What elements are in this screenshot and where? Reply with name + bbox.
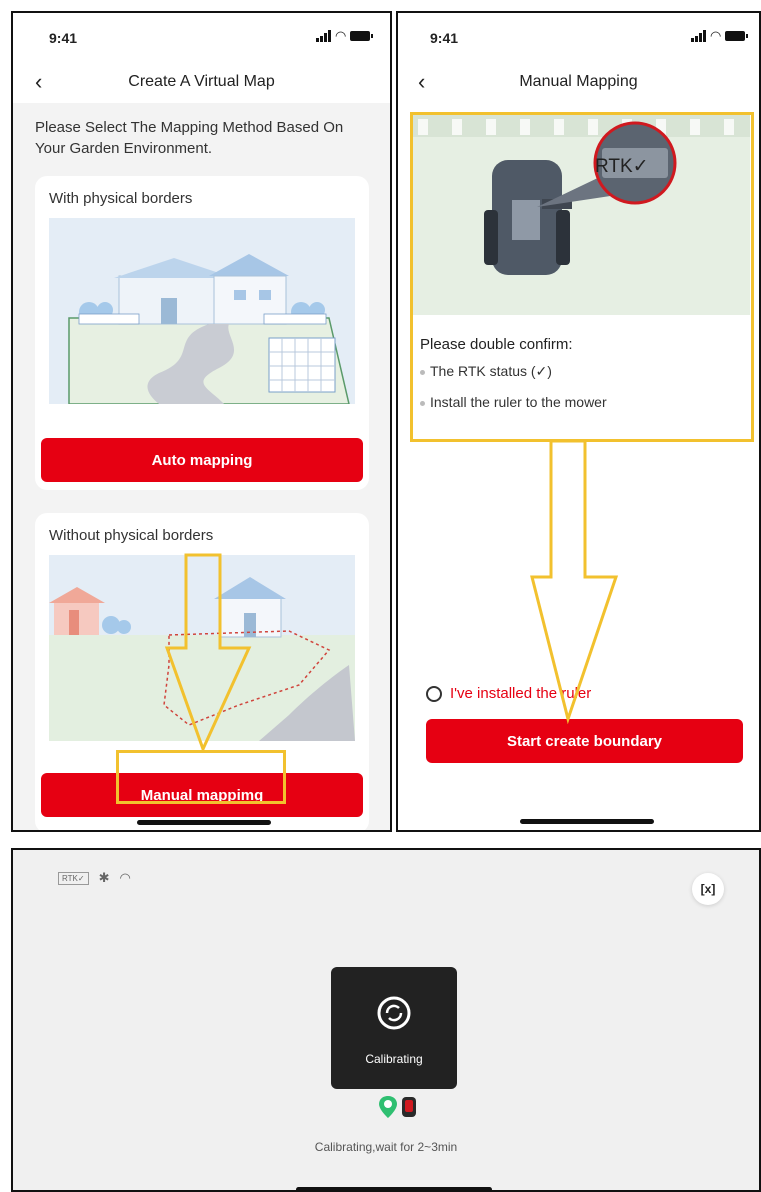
- home-indicator: [520, 819, 654, 824]
- signal-icon: [316, 30, 331, 42]
- calibrating-toast: Calibrating: [331, 967, 457, 1089]
- tutorial-down-arrow: [164, 553, 252, 753]
- home-indicator: [137, 820, 271, 825]
- battery-icon: [725, 31, 749, 41]
- calibrating-label: Calibrating: [365, 1052, 423, 1066]
- create-virtual-map-screen: 9:41 ◠ ‹ Create A Virtual Map Please Sel…: [11, 11, 392, 832]
- system-icons: ◠: [691, 28, 749, 44]
- status-bar: 9:41 ◠: [398, 13, 759, 63]
- calibrating-screen: RTK✓ ✱ ◠ [x] Calibrating Calibrating,wai…: [11, 848, 761, 1192]
- system-icons: ◠: [316, 28, 374, 44]
- signal-icon: [691, 30, 706, 42]
- radio-circle[interactable]: [426, 685, 442, 702]
- auto-mapping-card: With physical borders Auto mapping: [35, 176, 369, 490]
- status-bar: 9:41 ◠: [13, 13, 390, 63]
- bluetooth-icon: ✱: [98, 870, 110, 885]
- nav-bar: ‹ Manual Mapping: [398, 63, 759, 103]
- confirm-area-highlight: [410, 112, 754, 442]
- home-indicator: [296, 1187, 492, 1190]
- card-title-physical-borders: With physical borders: [49, 190, 193, 207]
- mower-icon: [402, 1097, 416, 1117]
- location-and-mower-marker: [379, 1096, 416, 1118]
- close-button[interactable]: [x]: [692, 873, 724, 905]
- page-title: Manual Mapping: [519, 73, 638, 90]
- garden-with-borders-illustration: [49, 218, 355, 404]
- card-title-no-borders: Without physical borders: [49, 527, 214, 544]
- device-status-row: RTK✓ ✱ ◠: [58, 870, 131, 886]
- location-pin-icon: [379, 1096, 397, 1118]
- manual-mapping-screen: 9:41 ◠ ‹ Manual Mapping RTK✓ Please doub…: [396, 11, 761, 832]
- tutorial-down-arrow: [530, 439, 619, 724]
- status-time: 9:41: [430, 30, 459, 46]
- wifi-icon: ◠: [119, 870, 131, 885]
- page-title: Create A Virtual Map: [128, 73, 275, 90]
- wifi-icon: ◠: [710, 28, 722, 43]
- calibrating-message: Calibrating,wait for 2~3min: [314, 1140, 458, 1154]
- status-time: 9:41: [49, 30, 78, 46]
- calibrating-icon: [377, 996, 411, 1030]
- close-icon: [x]: [700, 882, 716, 896]
- start-create-boundary-button[interactable]: Start create boundary: [426, 719, 743, 763]
- battery-icon: [350, 31, 374, 41]
- manual-mapping-highlight: [116, 750, 286, 804]
- nav-bar: ‹ Create A Virtual Map: [13, 63, 390, 103]
- auto-mapping-button[interactable]: Auto mapping: [41, 438, 363, 482]
- intro-text: Please Select The Mapping Method Based O…: [35, 119, 344, 157]
- wifi-icon: ◠: [335, 28, 347, 43]
- rtk-chip: RTK✓: [58, 871, 89, 885]
